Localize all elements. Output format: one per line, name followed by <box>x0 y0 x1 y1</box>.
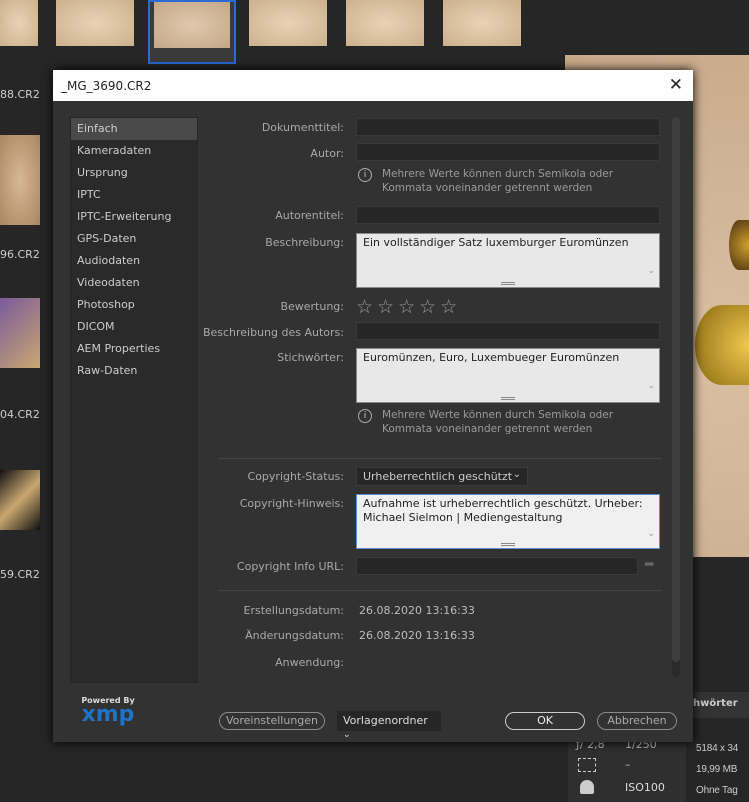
label: Bewertung: <box>280 300 344 313</box>
presets-button[interactable]: Voreinstellungen <box>219 712 325 730</box>
dimensions: 5184 x 34 <box>696 743 739 754</box>
nav-item[interactable]: Audiodaten <box>71 250 197 272</box>
keywords-value: Euromünzen, Euro, Luxembueger Euromünzen <box>363 351 620 364</box>
title-bar: _MG_3690.CR2 ✕ <box>53 70 693 101</box>
coin <box>695 305 749 385</box>
nav-item[interactable]: Kameradaten <box>71 140 197 162</box>
nav-item[interactable]: GPS-Daten <box>71 228 197 250</box>
thumbnail-selected[interactable] <box>148 0 236 64</box>
file-name: 04.CR2 <box>0 408 40 421</box>
template-folder-dropdown[interactable]: Vorlagenordner ⌄ <box>337 711 441 740</box>
description-value: Ein vollständiger Satz luxemburger Eurom… <box>363 236 629 249</box>
file-info-dialog: _MG_3690.CR2 ✕ Einfach Kameradaten Urspr… <box>53 70 693 742</box>
nav-item[interactable]: DICOM <box>71 316 197 338</box>
file-name: 96.CR2 <box>0 248 40 261</box>
thumbnail[interactable] <box>249 0 327 46</box>
ok-button[interactable]: OK <box>505 712 585 730</box>
thumbnail[interactable] <box>56 0 134 46</box>
nav-item[interactable]: IPTC <box>71 184 197 206</box>
nav-item[interactable]: IPTC-Erweiterung <box>71 206 197 228</box>
copyright-status-value: Urheberrechtlich geschützt <box>363 470 513 483</box>
info-icon: i <box>358 409 372 423</box>
label: Beschreibung: <box>265 236 344 249</box>
chevron-down-icon: ⌄ <box>512 469 521 480</box>
label: Beschreibung des Autors: <box>202 326 344 339</box>
copyright-notice-textarea[interactable]: Aufnahme ist urheberrechtlich geschützt.… <box>356 494 660 549</box>
thumbnail[interactable] <box>0 470 40 530</box>
divider <box>218 458 662 459</box>
rating-stars[interactable]: ☆☆☆☆☆ <box>356 296 461 318</box>
coin <box>729 220 749 270</box>
scrollbar[interactable] <box>672 117 680 677</box>
creation-date: 26.08.2020 13:16:33 <box>359 604 475 617</box>
label: Copyright-Hinweis: <box>239 497 344 510</box>
copyright-notice-value: Aufnahme ist urheberrechtlich geschützt.… <box>363 497 643 524</box>
label: Stichwörter: <box>277 351 344 364</box>
xmp-brand: xmp <box>81 702 135 727</box>
person-icon <box>580 780 594 794</box>
divider <box>218 590 662 591</box>
file-size: 19,99 MB <box>696 764 738 775</box>
thumbnail[interactable] <box>346 0 424 46</box>
thumbnail[interactable] <box>0 135 40 225</box>
template-label: Vorlagenordner <box>343 714 428 727</box>
cancel-button[interactable]: Abbrechen <box>597 712 677 730</box>
keywords-textarea[interactable]: Euromünzen, Euro, Luxembueger Euromünzen… <box>356 348 660 403</box>
label: Dokumenttitel: <box>261 121 344 134</box>
author-hint: i Mehrere Werte können durch Semikola ode… <box>358 167 658 195</box>
author-description-input[interactable] <box>356 322 660 340</box>
metering: – <box>625 758 631 771</box>
file-info: 5184 x 34 19,99 MB Ohne Tag <box>696 738 749 801</box>
tags: Ohne Tag <box>696 785 738 796</box>
thumbnail[interactable] <box>0 298 40 368</box>
file-name: 59.CR2 <box>0 568 40 581</box>
hint-text: Mehrere Werte können durch Semikola oder… <box>382 168 614 194</box>
copyright-url-input[interactable] <box>356 557 638 575</box>
nav-item[interactable]: AEM Properties <box>71 338 197 360</box>
info-icon: i <box>358 168 372 182</box>
keywords-hint: i Mehrere Werte können durch Semikola ode… <box>358 408 658 436</box>
nav-item[interactable]: Raw-Daten <box>71 360 197 382</box>
nav-item[interactable]: Videodaten <box>71 272 197 294</box>
modified-date: 26.08.2020 13:16:33 <box>359 629 475 642</box>
xmp-logo: Powered By xmp <box>73 696 143 727</box>
nav-item-einfach[interactable]: Einfach <box>71 118 197 140</box>
thumbnail[interactable] <box>0 0 38 46</box>
open-link-icon[interactable]: ➦ <box>644 557 655 572</box>
close-icon[interactable]: ✕ <box>669 75 683 95</box>
label: Autor: <box>310 147 344 160</box>
author-title-input[interactable] <box>356 206 660 224</box>
tab-keywords[interactable]: hwörter <box>693 692 749 718</box>
label: Erstellungsdatum: <box>243 604 344 617</box>
category-nav: Einfach Kameradaten Ursprung IPTC IPTC-E… <box>70 117 198 683</box>
thumbnail[interactable] <box>443 0 521 46</box>
camera-info: ƒ/ 2,8 1/250 – ISO100 <box>568 738 686 802</box>
nav-item[interactable]: Ursprung <box>71 162 197 184</box>
label: Autorentitel: <box>275 209 344 222</box>
iso: ISO100 <box>625 781 665 794</box>
document-title-input[interactable] <box>356 118 660 136</box>
dialog-title: _MG_3690.CR2 <box>61 79 152 93</box>
nav-item[interactable]: Photoshop <box>71 294 197 316</box>
description-textarea[interactable]: Ein vollständiger Satz luxemburger Eurom… <box>356 233 660 288</box>
label: Anwendung: <box>275 656 344 669</box>
copyright-status-select[interactable]: Urheberrechtlich geschützt ⌄ <box>356 467 528 486</box>
metering-icon <box>578 758 596 772</box>
file-name: 88.CR2 <box>0 88 40 101</box>
label: Copyright-Status: <box>247 470 344 483</box>
hint-text: Mehrere Werte können durch Semikola oder… <box>382 409 614 435</box>
author-input[interactable] <box>356 143 660 161</box>
label: Copyright Info URL: <box>236 560 344 573</box>
chevron-down-icon: ⌄ <box>343 730 351 740</box>
label: Änderungsdatum: <box>245 629 344 642</box>
